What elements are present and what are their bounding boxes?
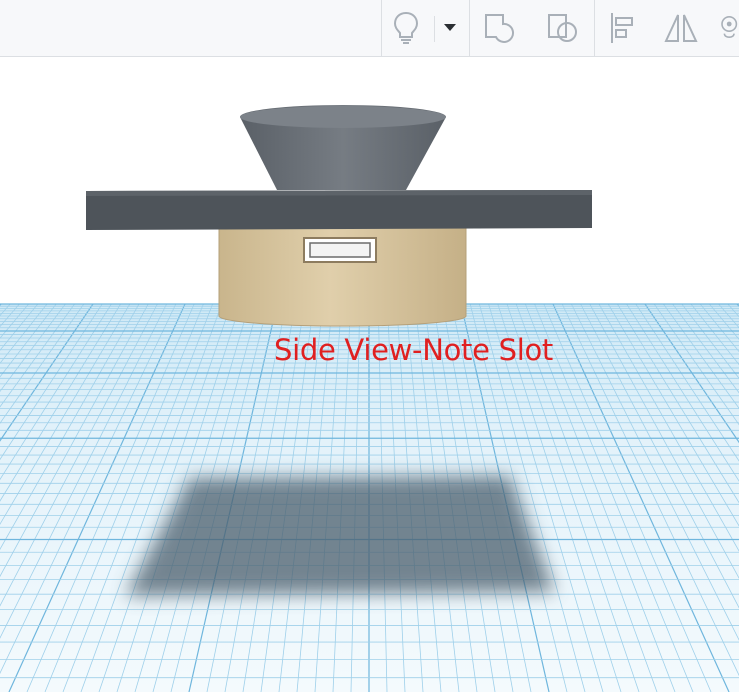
- dropdown-caret-icon: [444, 24, 456, 31]
- cone-top: [240, 106, 446, 128]
- toolbar-separator: [381, 0, 382, 57]
- mirror-icon: [664, 14, 698, 42]
- group-icon: [485, 14, 515, 43]
- annotation-label: Side View-Note Slot: [274, 333, 553, 367]
- toolbar: [0, 0, 739, 57]
- note-slot-inner: [309, 242, 371, 258]
- lightbulb-button[interactable]: [386, 8, 426, 48]
- cruise-button[interactable]: [718, 8, 739, 48]
- toolbar-separator: [594, 0, 595, 57]
- cruise-icon: [721, 16, 738, 38]
- workplane-viewport[interactable]: Side View-Note Slot: [0, 57, 739, 692]
- object-shadow: [125, 476, 555, 596]
- align-icon: [611, 13, 633, 43]
- lightbulb-dropdown-button[interactable]: [436, 8, 464, 48]
- top-plate: [86, 190, 592, 230]
- workplane-scene: [0, 105, 739, 692]
- align-button[interactable]: [603, 8, 643, 48]
- ungroup-button[interactable]: [543, 8, 583, 48]
- mirror-button[interactable]: [661, 8, 701, 48]
- toolbar-separator: [469, 0, 470, 57]
- group-button[interactable]: [480, 8, 520, 48]
- top-plate-edge: [86, 190, 592, 196]
- lightbulb-icon: [393, 11, 419, 44]
- ungroup-icon: [548, 14, 577, 42]
- toolbar-separator: [434, 16, 435, 42]
